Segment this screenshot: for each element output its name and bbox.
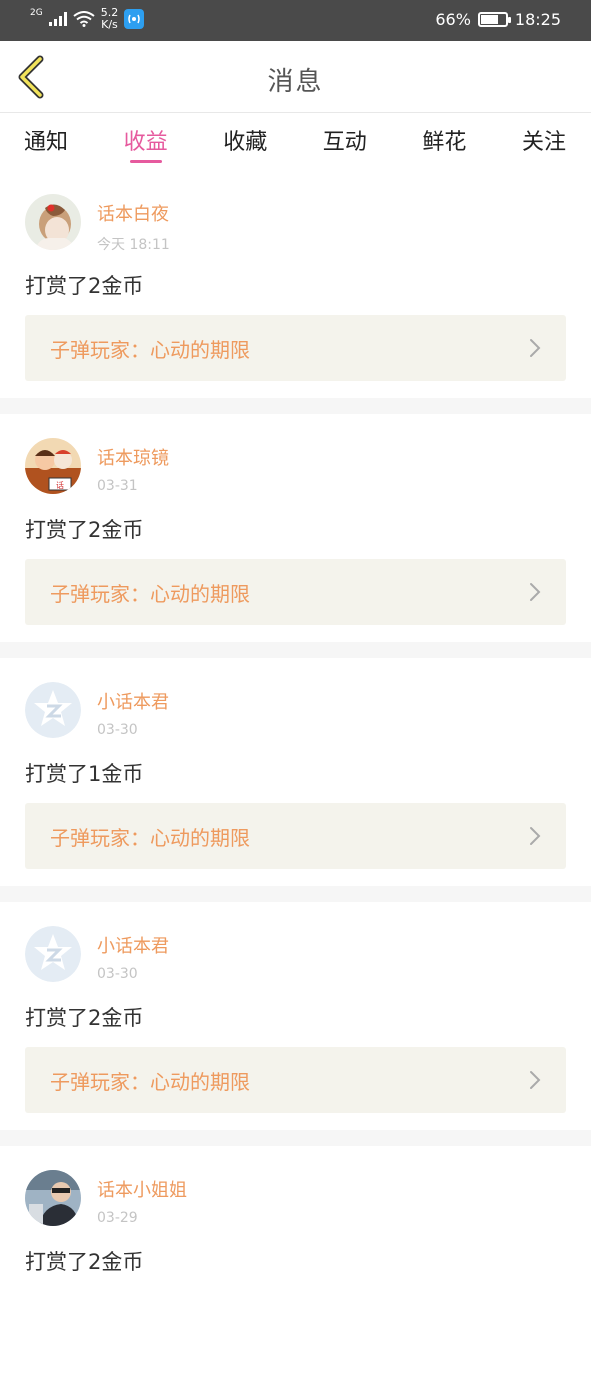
battery-level <box>480 15 499 24</box>
timestamp: 今天 18:11 <box>97 237 170 253</box>
reward-message: 打赏了1金币 <box>25 762 144 786</box>
reward-message: 打赏了2金币 <box>25 518 144 542</box>
avatar[interactable] <box>25 1170 81 1226</box>
username[interactable]: 话本小姐姐 <box>97 1176 187 1202</box>
tab-notifications[interactable]: 通知 <box>24 114 68 168</box>
work-link[interactable]: 子弹玩家：心动的期限 <box>25 803 566 869</box>
avatar[interactable] <box>25 926 81 982</box>
battery-percent: 66% <box>435 10 471 29</box>
battery-icon <box>477 12 511 27</box>
avatar[interactable]: 话 <box>25 438 81 494</box>
avatar[interactable] <box>25 194 81 250</box>
avatar[interactable] <box>25 682 81 738</box>
timestamp: 03-30 <box>97 966 138 982</box>
username[interactable]: 小话本君 <box>97 688 169 714</box>
work-title: 子弹玩家：心动的期限 <box>50 825 250 850</box>
status-bar: 2G 5.2 K/s 66% 18:25 <box>0 0 591 41</box>
timestamp: 03-31 <box>97 478 138 494</box>
tab-flowers[interactable]: 鲜花 <box>422 114 466 168</box>
work-link[interactable]: 子弹玩家：心动的期限 <box>25 315 566 381</box>
svg-text:话: 话 <box>56 480 64 490</box>
tab-favorites[interactable]: 收藏 <box>223 114 267 168</box>
chevron-right-icon <box>530 1071 541 1089</box>
reward-message: 打赏了2金币 <box>25 274 144 298</box>
wifi-icon <box>73 11 95 27</box>
username[interactable]: 话本琼镜 <box>97 444 169 470</box>
chevron-right-icon <box>530 583 541 601</box>
divider <box>0 642 591 658</box>
username[interactable]: 话本白夜 <box>97 200 170 226</box>
tab-bar: 通知 收益 收藏 互动 鲜花 关注 <box>0 114 591 168</box>
work-link[interactable]: 子弹玩家：心动的期限 <box>25 559 566 625</box>
work-title: 子弹玩家：心动的期限 <box>50 581 250 606</box>
network-speed: 5.2 K/s <box>101 7 119 31</box>
reward-message: 打赏了2金币 <box>25 1006 144 1030</box>
list-item: 话本小姐姐 03-29 打赏了2金币 <box>0 1146 591 1374</box>
speed-unit: K/s <box>101 18 118 31</box>
app-header: 消息 <box>0 41 591 113</box>
divider <box>0 398 591 414</box>
tab-following[interactable]: 关注 <box>522 114 566 168</box>
list-item: 话本白夜 今天 18:11 打赏了2金币 子弹玩家：心动的期限 <box>0 170 591 398</box>
list-item: 话 话本琼镜 03-31 打赏了2金币 子弹玩家：心动的期限 <box>0 414 591 642</box>
divider <box>0 886 591 902</box>
reward-message: 打赏了2金币 <box>25 1250 144 1274</box>
clock: 18:25 <box>514 10 561 29</box>
earnings-feed: 话本白夜 今天 18:11 打赏了2金币 子弹玩家：心动的期限 话 话本琼镜 0… <box>0 170 591 1374</box>
work-title: 子弹玩家：心动的期限 <box>50 1069 250 1094</box>
work-title: 子弹玩家：心动的期限 <box>50 337 250 362</box>
work-link[interactable]: 子弹玩家：心动的期限 <box>25 1047 566 1113</box>
list-item: 小话本君 03-30 打赏了1金币 子弹玩家：心动的期限 <box>0 658 591 886</box>
page-title: 消息 <box>267 67 324 97</box>
tab-earnings[interactable]: 收益 <box>124 114 168 168</box>
timestamp: 03-30 <box>97 722 138 738</box>
chevron-right-icon <box>530 827 541 845</box>
divider <box>0 1130 591 1146</box>
app-notification-icon <box>124 9 145 29</box>
list-item: 小话本君 03-30 打赏了2金币 子弹玩家：心动的期限 <box>0 902 591 1130</box>
network-type: 2G <box>30 8 43 18</box>
tab-interactions[interactable]: 互动 <box>323 114 367 168</box>
chevron-right-icon <box>530 339 541 357</box>
username[interactable]: 小话本君 <box>97 932 169 958</box>
timestamp: 03-29 <box>97 1210 138 1226</box>
signal-icon <box>48 12 67 26</box>
